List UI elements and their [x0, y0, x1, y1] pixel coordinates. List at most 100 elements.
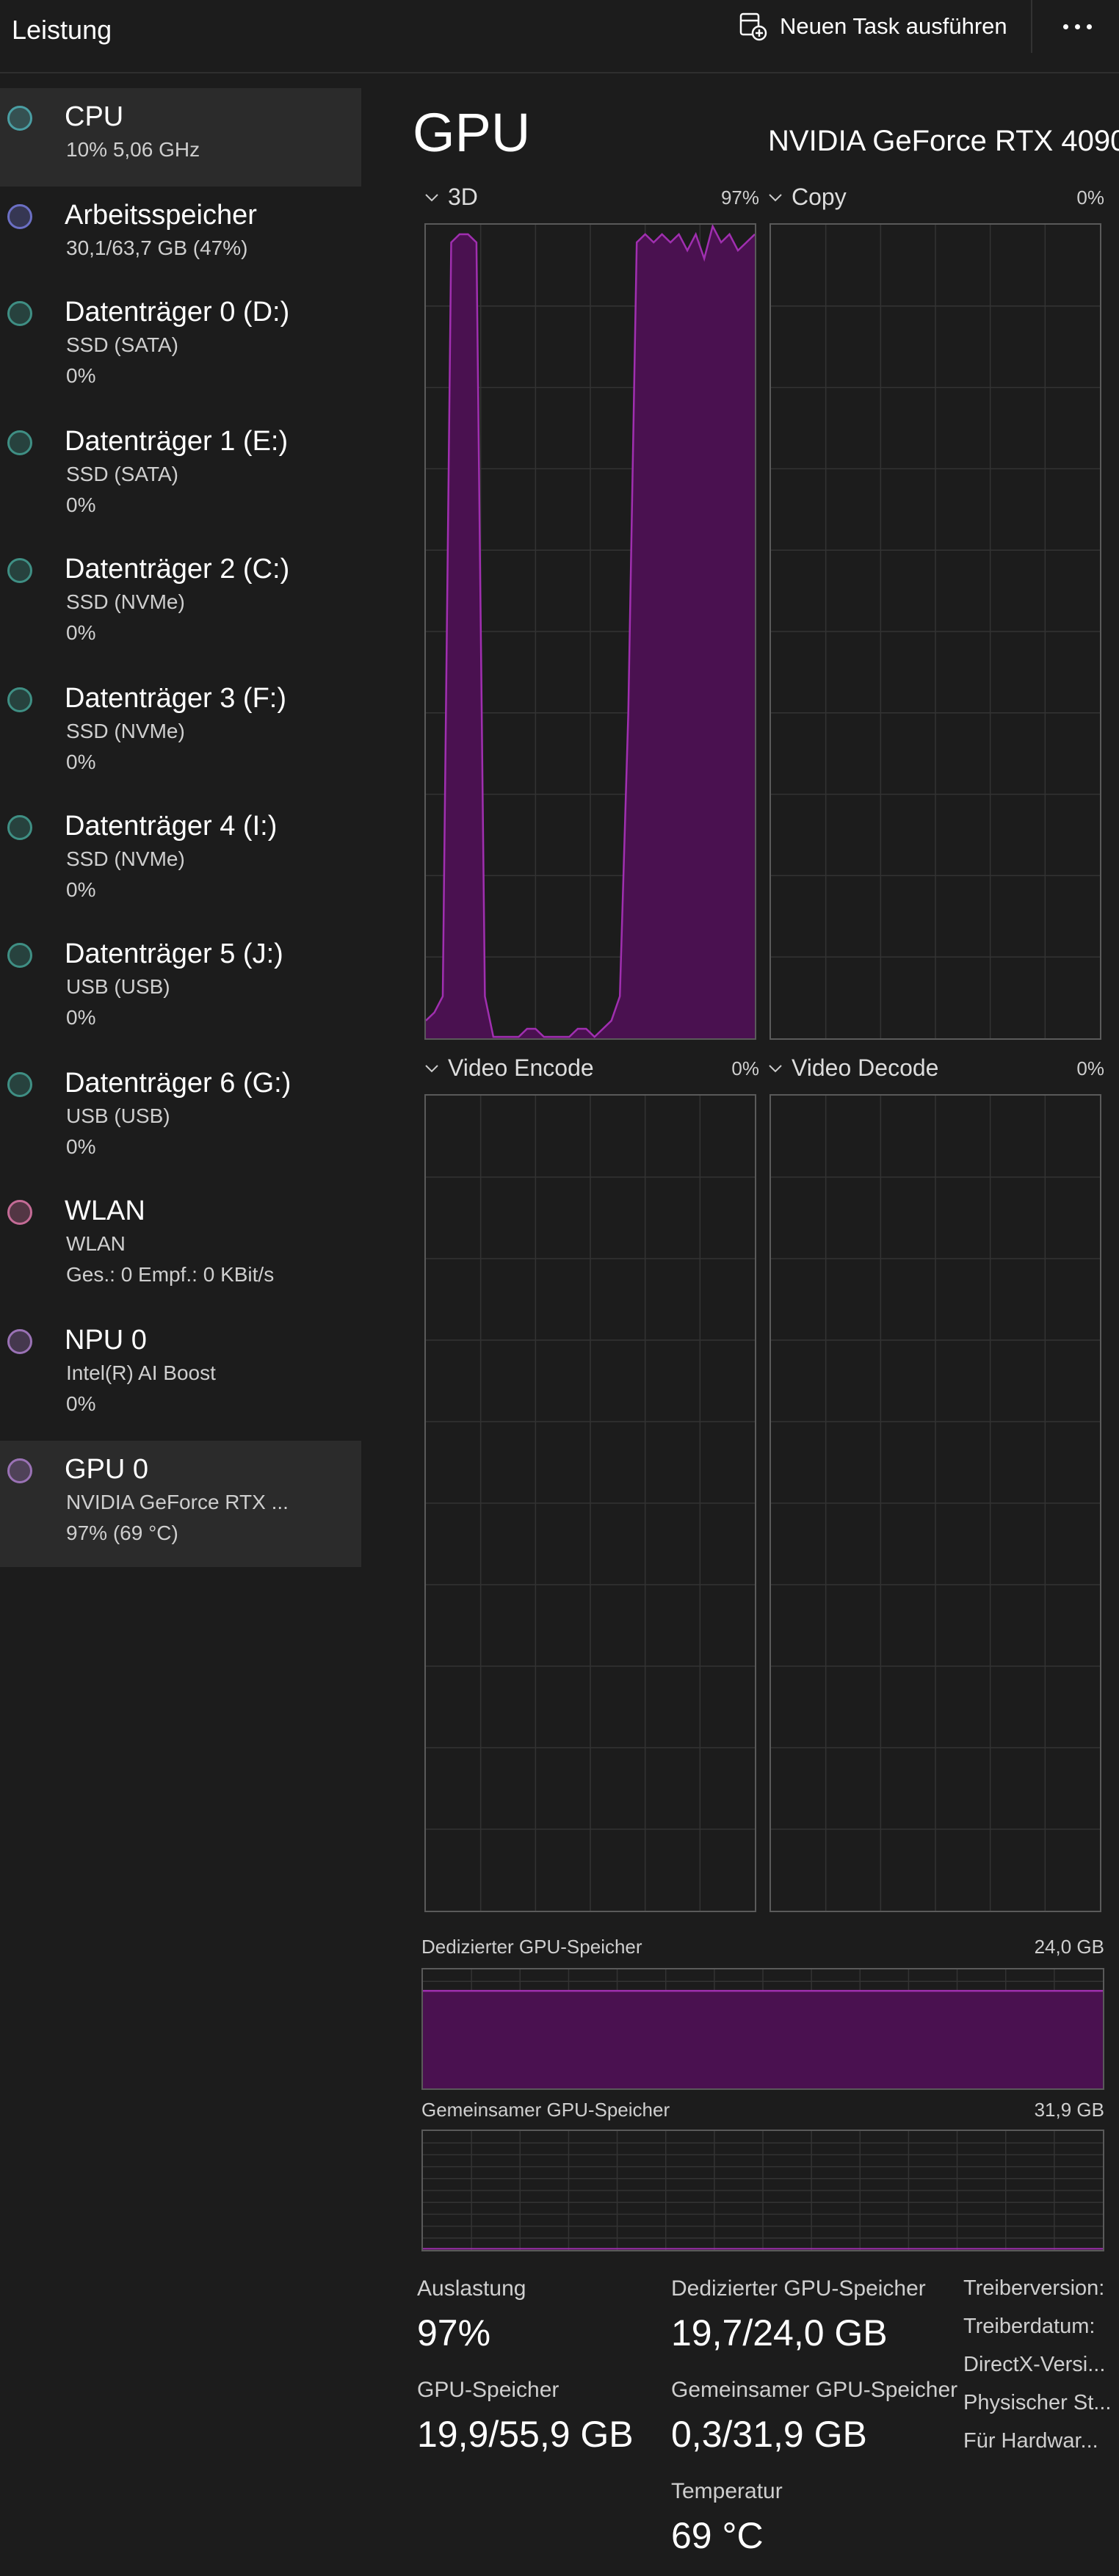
graph-video-encode: [424, 1094, 756, 1912]
sidebar-item-memory[interactable]: Arbeitsspeicher 30,1/63,7 GB (47%): [0, 187, 361, 283]
utilization-label: Auslastung: [417, 2276, 526, 2301]
graph-video-decode: [769, 1094, 1101, 1912]
sidebar-item-name: Datenträger 6 (G:): [65, 1068, 291, 1099]
sidebar-item-name: Datenträger 1 (E:): [65, 426, 289, 457]
sidebar-item-name: Datenträger 0 (D:): [65, 297, 290, 328]
sidebar-item-value: 97% (69 °C): [66, 1522, 178, 1544]
sidebar-item-gpu-0[interactable]: GPU 0 NVIDIA GeForce RTX ... 97% (69 °C): [0, 1441, 361, 1567]
status-dot-icon: [7, 1200, 32, 1225]
chevron-down-icon: [425, 1064, 438, 1072]
status-dot-icon: [7, 687, 32, 712]
sidebar-item-value: 0%: [66, 364, 96, 387]
graph-3d-percent: 97%: [720, 187, 759, 209]
header-divider: [1031, 0, 1032, 53]
driver-version-label: Treiberversion:: [963, 2276, 1105, 2300]
status-dot-icon: [7, 1072, 32, 1097]
graph-video-decode-label: Video Decode: [792, 1054, 939, 1081]
dedicated-stat-value: 19,7/24,0 GB: [671, 2312, 888, 2354]
sidebar-item-detail: SSD (SATA): [66, 463, 178, 485]
directx-version-label: DirectX-Versi...: [963, 2353, 1106, 2376]
status-dot-icon: [7, 558, 32, 583]
sidebar-item-wlan[interactable]: WLAN WLAN Ges.: 0 Empf.: 0 KBit/s: [0, 1182, 361, 1311]
sidebar-item-name: Datenträger 2 (C:): [65, 554, 290, 585]
sidebar-item-detail: SSD (NVMe): [66, 847, 185, 870]
gpu-model-name: NVIDIA GeForce RTX 4090: [768, 125, 1119, 157]
sidebar-item-value: 0%: [66, 621, 96, 644]
sidebar-item-value: 0%: [66, 878, 96, 901]
graph-copy-selector[interactable]: Copy: [768, 184, 847, 211]
status-dot-icon: [7, 1458, 32, 1483]
sidebar-item-disk-1[interactable]: Datenträger 1 (E:) SSD (SATA) 0%: [0, 413, 361, 540]
graph-video-decode-selector[interactable]: Video Decode: [768, 1054, 938, 1082]
sidebar: CPU 10% 5,06 GHz Arbeitsspeicher 30,1/63,7 …: [0, 88, 361, 1567]
run-new-task-button[interactable]: Neuen Task ausführen: [739, 6, 1018, 47]
temperature-value: 69 °C: [671, 2515, 764, 2556]
sidebar-item-disk-0[interactable]: Datenträger 0 (D:) SSD (SATA) 0%: [0, 283, 361, 413]
run-new-task-label: Neuen Task ausführen: [780, 13, 1007, 39]
sidebar-item-name: Arbeitsspeicher: [65, 200, 257, 231]
sidebar-item-name: Datenträger 5 (J:): [65, 938, 283, 969]
sidebar-item-value: 0%: [66, 750, 96, 773]
sidebar-item-disk-3[interactable]: Datenträger 3 (F:) SSD (NVMe) 0%: [0, 670, 361, 797]
sidebar-item-npu-0[interactable]: NPU 0 Intel(R) AI Boost 0%: [0, 1311, 361, 1441]
graph-3d-selector[interactable]: 3D: [424, 184, 478, 211]
status-dot-icon: [7, 1329, 32, 1354]
physical-location-label: Physischer St...: [963, 2391, 1112, 2414]
dedicated-memory-label: Dedizierter GPU-Speicher: [421, 1936, 642, 1958]
sidebar-item-detail: SSD (NVMe): [66, 720, 185, 742]
sidebar-item-disk-6[interactable]: Datenträger 6 (G:) USB (USB) 0%: [0, 1054, 361, 1182]
page-title: Leistung: [12, 15, 112, 45]
graph-3d-label: 3D: [448, 184, 478, 210]
more-dot: [1074, 23, 1080, 29]
sidebar-item-name: NPU 0: [65, 1325, 147, 1356]
shared-stat-label: Gemeinsamer GPU-Speicher: [671, 2378, 958, 2402]
sidebar-item-value: 0%: [66, 1006, 96, 1029]
sidebar-item-detail: WLAN: [66, 1232, 126, 1255]
gpu-title: GPU: [413, 102, 531, 163]
dedicated-memory-plot: [423, 1969, 1103, 2088]
dedicated-memory-graph: [421, 1968, 1104, 2090]
sidebar-item-detail: 30,1/63,7 GB (47%): [66, 236, 248, 259]
dedicated-memory-max: 24,0 GB: [1034, 1936, 1104, 1958]
sidebar-item-name: CPU: [65, 101, 124, 132]
hardware-reserved-label: Für Hardwar...: [963, 2429, 1098, 2453]
chevron-down-icon: [425, 193, 438, 201]
graph-3d: [424, 223, 756, 1040]
graph-video-encode-label: Video Encode: [448, 1054, 594, 1081]
sidebar-item-disk-4[interactable]: Datenträger 4 (I:) SSD (NVMe) 0%: [0, 797, 361, 925]
sidebar-item-detail: NVIDIA GeForce RTX ...: [66, 1491, 289, 1513]
graph-video-encode-percent: 0%: [731, 1057, 759, 1079]
sidebar-item-detail: SSD (NVMe): [66, 590, 185, 613]
graph-video-encode-selector[interactable]: Video Encode: [424, 1054, 594, 1082]
more-options-button[interactable]: [1051, 7, 1103, 46]
status-dot-icon: [7, 301, 32, 326]
driver-date-label: Treiberdatum:: [963, 2315, 1096, 2338]
sidebar-item-cpu[interactable]: CPU 10% 5,06 GHz: [0, 88, 361, 187]
sidebar-item-name: Datenträger 3 (F:): [65, 683, 286, 714]
task-manager-performance: Leistung Neuen Task ausführen CPU 10% 5,0…: [0, 0, 1119, 2576]
chevron-down-icon: [769, 193, 782, 201]
status-dot-icon: [7, 943, 32, 968]
gpu-memory-label: GPU-Speicher: [417, 2378, 560, 2402]
status-dot-icon: [7, 815, 32, 840]
shared-memory-max: 31,9 GB: [1034, 2099, 1104, 2121]
new-task-icon: [739, 12, 767, 41]
sidebar-item-name: GPU 0: [65, 1454, 149, 1485]
graph-copy-percent: 0%: [1076, 187, 1104, 209]
graph-3d-plot: [426, 225, 755, 1038]
graph-video-encode-plot: [426, 1096, 755, 1911]
chevron-down-icon: [769, 1064, 782, 1072]
sidebar-item-disk-5[interactable]: Datenträger 5 (J:) USB (USB) 0%: [0, 925, 361, 1054]
graph-copy-label: Copy: [792, 184, 847, 210]
status-dot-icon: [7, 204, 32, 229]
graph-video-decode-percent: 0%: [1076, 1057, 1104, 1079]
sidebar-item-value: Ges.: 0 Empf.: 0 KBit/s: [66, 1263, 275, 1286]
gpu-memory-value: 19,9/55,9 GB: [417, 2414, 634, 2455]
sidebar-item-name: WLAN: [65, 1195, 145, 1226]
more-dots-icon: [1062, 23, 1068, 29]
graph-copy: [769, 223, 1101, 1040]
shared-stat-value: 0,3/31,9 GB: [671, 2414, 867, 2455]
sidebar-item-disk-2[interactable]: Datenträger 2 (C:) SSD (NVMe) 0%: [0, 540, 361, 670]
sidebar-item-detail: Intel(R) AI Boost: [66, 1361, 216, 1384]
sidebar-item-detail: 10% 5,06 GHz: [66, 138, 200, 161]
